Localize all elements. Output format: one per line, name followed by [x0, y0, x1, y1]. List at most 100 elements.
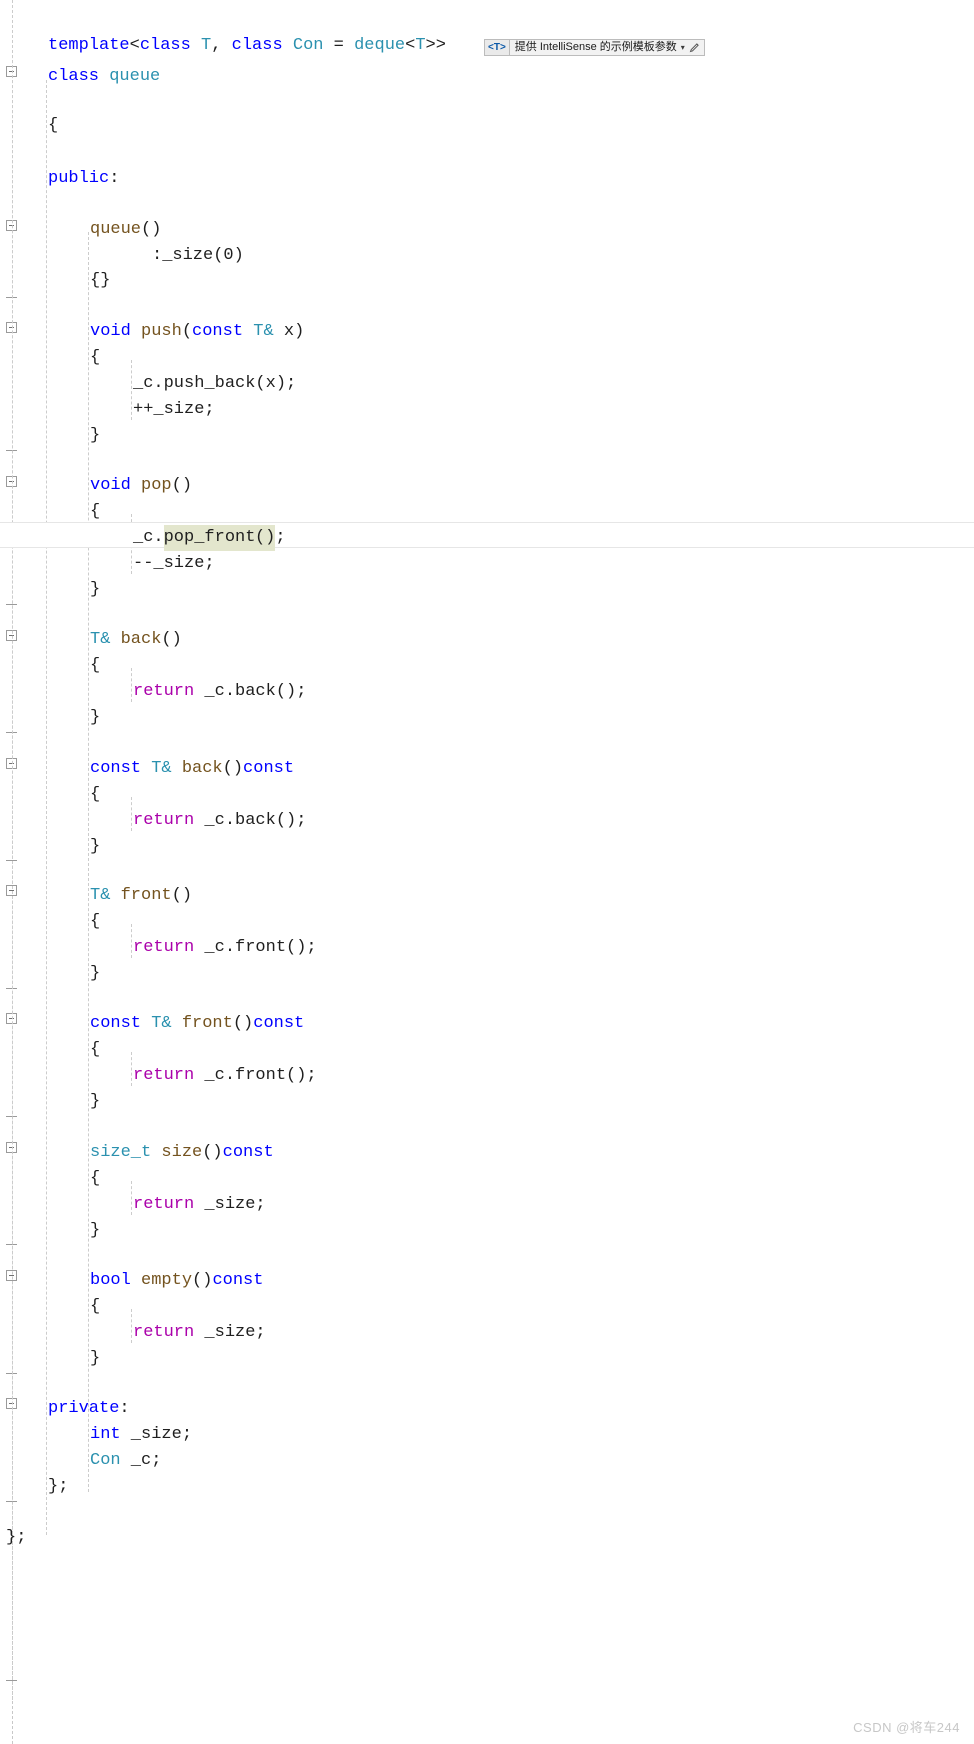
code-line[interactable]: { — [0, 1294, 974, 1320]
code-line[interactable]: } — [0, 1346, 974, 1372]
pencil-icon[interactable] — [687, 40, 704, 55]
code-line[interactable]: { — [0, 782, 974, 808]
code-line[interactable] — [0, 987, 974, 1013]
code-token: const — [243, 759, 295, 778]
code-line[interactable]: } — [0, 1089, 974, 1115]
code-line[interactable] — [0, 1244, 974, 1270]
code-line[interactable] — [0, 1500, 974, 1526]
code-line[interactable]: { — [0, 1037, 974, 1063]
code-line[interactable]: const T& back()const — [0, 756, 974, 782]
code-token: const — [192, 322, 244, 341]
code-line[interactable]: } — [0, 705, 974, 731]
code-token: T& — [151, 759, 172, 778]
code-line[interactable]: void pop() — [0, 473, 974, 499]
code-token: , — [211, 36, 232, 55]
code-token: class — [48, 67, 100, 86]
code-token: _size; — [194, 1195, 266, 1214]
code-line[interactable]: return _c.front(); — [0, 1063, 974, 1089]
code-line[interactable]: return _size; — [0, 1320, 974, 1346]
code-line[interactable]: ++_size; — [0, 397, 974, 423]
watermark: CSDN @将车244 — [853, 1720, 960, 1735]
code-line[interactable]: :_size(0) — [0, 243, 974, 269]
code-line[interactable]: private: — [0, 1396, 974, 1422]
code-line[interactable] — [0, 294, 974, 320]
code-line[interactable]: { — [0, 909, 974, 935]
code-token: () — [232, 1014, 254, 1033]
code-line[interactable]: T& back() — [0, 627, 974, 653]
code-line[interactable]: { — [0, 653, 974, 679]
code-token: { — [90, 502, 101, 521]
code-token: { — [90, 1297, 101, 1316]
code-token: { — [48, 116, 59, 135]
code-line[interactable]: void push(const T& x) — [0, 319, 974, 345]
code-token: _size; — [120, 1425, 193, 1444]
code-line[interactable]: }; — [0, 1525, 974, 1551]
code-token: } — [90, 1221, 101, 1240]
code-token: T& — [253, 322, 274, 341]
code-line[interactable]: public: — [0, 166, 974, 192]
code-line[interactable]: return _c.back(); — [0, 808, 974, 834]
code-line[interactable] — [0, 1372, 974, 1398]
code-token: return — [133, 811, 195, 830]
code-token: const — [90, 1014, 142, 1033]
code-token: () — [254, 525, 276, 551]
code-token: _size; — [194, 1323, 266, 1342]
code-token: size — [161, 1143, 203, 1162]
code-token: queue — [90, 220, 142, 239]
code-line[interactable]: { — [0, 113, 974, 139]
code-line[interactable]: return _c.back(); — [0, 679, 974, 705]
code-token: pop — [141, 476, 172, 495]
code-token: x — [265, 374, 276, 393]
code-line[interactable]: } — [0, 577, 974, 603]
code-line[interactable]: Con _c; — [0, 1448, 974, 1474]
code-line[interactable]: const T& front()const — [0, 1011, 974, 1037]
code-line[interactable] — [0, 1115, 974, 1141]
code-line[interactable]: _c.push_back(x); — [0, 371, 974, 397]
code-token: ; — [275, 528, 286, 547]
code-token: { — [90, 785, 101, 804]
code-line[interactable]: T& front() — [0, 883, 974, 909]
code-line[interactable] — [0, 449, 974, 475]
code-line[interactable] — [0, 603, 974, 629]
code-editor[interactable]: template<class T, class Con = deque<T>> c… — [0, 0, 974, 1744]
code-line[interactable]: return _size; — [0, 1192, 974, 1218]
code-line[interactable]: {} — [0, 268, 974, 294]
code-line[interactable]: { — [0, 1166, 974, 1192]
code-line[interactable]: { — [0, 345, 974, 371]
code-text[interactable]: template<class T, class Con = deque<T>> c… — [0, 0, 974, 1744]
code-line[interactable]: } — [0, 961, 974, 987]
code-line[interactable] — [0, 860, 974, 886]
code-token: } — [90, 837, 101, 856]
code-token: _c.back(); — [194, 811, 307, 830]
code-line[interactable]: } — [0, 423, 974, 449]
code-token: () — [141, 220, 162, 239]
code-token: T — [201, 36, 212, 55]
code-token: class — [231, 36, 283, 55]
code-line[interactable]: bool empty()const — [0, 1268, 974, 1294]
code-token: private — [48, 1399, 120, 1418]
code-token: } — [90, 708, 101, 727]
code-token: void — [90, 476, 131, 495]
code-line[interactable]: class queue — [0, 64, 974, 90]
code-token: 0 — [223, 246, 234, 265]
code-line[interactable]: }; — [0, 1474, 974, 1500]
code-line[interactable]: { — [0, 499, 974, 525]
code-line[interactable]: --_size; — [0, 551, 974, 577]
intellisense-template-arg-badge[interactable]: <T> 提供 IntelliSense 的示例模板参数 ▾ — [484, 39, 705, 56]
code-line[interactable]: } — [0, 834, 974, 860]
code-token: < — [129, 36, 140, 55]
code-line[interactable]: return _c.front(); — [0, 935, 974, 961]
code-line[interactable] — [0, 731, 974, 757]
code-line[interactable]: size_t size()const — [0, 1140, 974, 1166]
code-line[interactable]: _c.pop_front(); — [0, 525, 974, 551]
code-token: Con — [90, 1451, 121, 1470]
code-line[interactable]: int _size; — [0, 1422, 974, 1448]
code-line[interactable]: queue() — [0, 217, 974, 243]
code-token: const — [253, 1014, 305, 1033]
code-line[interactable]: } — [0, 1218, 974, 1244]
code-token: return — [133, 1066, 195, 1085]
